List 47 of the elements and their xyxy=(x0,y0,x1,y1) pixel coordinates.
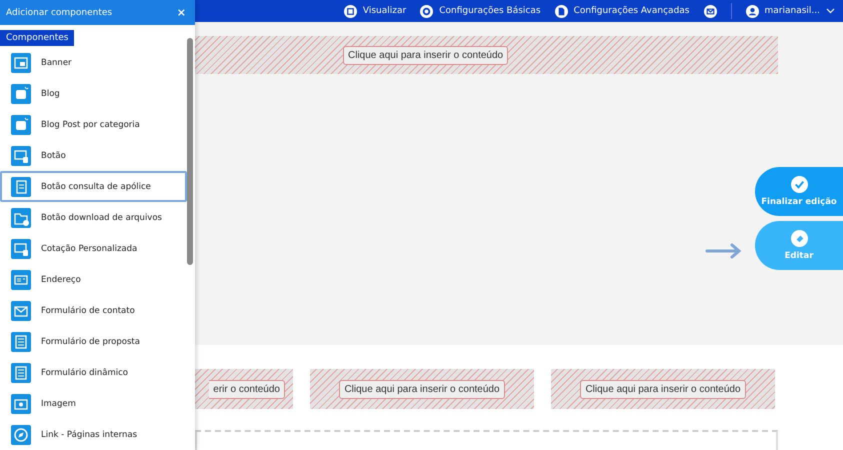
component-icon xyxy=(11,270,31,290)
component-item[interactable]: Botão xyxy=(0,140,187,171)
component-icon xyxy=(11,238,31,258)
component-item[interactable]: Link - Páginas internas xyxy=(0,419,187,450)
component-item[interactable]: Blog xyxy=(0,78,187,109)
user-icon xyxy=(746,4,758,18)
chevron-icon xyxy=(826,8,835,14)
insert-content-button[interactable]: Clique aqui para inserir o conteúdo xyxy=(339,380,505,398)
image-icon xyxy=(11,394,31,414)
component-item[interactable]: Cotação Personalizada xyxy=(0,233,187,264)
component-icon xyxy=(11,114,31,134)
component-icon xyxy=(11,362,31,382)
toolbar-link[interactable]: Configurações Básicas xyxy=(420,4,541,18)
envelope-icon xyxy=(11,300,31,320)
panel-title: Adicionar componentes xyxy=(6,8,112,18)
eraser-icon xyxy=(790,230,808,247)
compass-icon xyxy=(11,424,31,444)
component-icon xyxy=(11,84,31,104)
check-icon xyxy=(790,176,808,193)
component-item[interactable]: Banner xyxy=(0,47,187,78)
component-item[interactable]: Formulário dinâmico xyxy=(0,357,187,388)
component-icon xyxy=(11,332,31,352)
insert-content-button[interactable]: erir o conteúdo xyxy=(209,380,285,398)
panel-tab[interactable]: Componentes xyxy=(0,30,74,46)
component-item[interactable]: Formulário de proposta xyxy=(0,326,187,357)
component-item[interactable]: Endereço xyxy=(0,264,187,295)
component-item[interactable]: Imagem xyxy=(0,388,187,419)
insert-content-button[interactable]: Clique aqui para inserir o conteúdo xyxy=(343,46,508,64)
component-item[interactable]: Botão consulta de apólice xyxy=(0,171,187,202)
toolbar-link[interactable]: Configurações Avançadas xyxy=(554,4,690,18)
insert-content-button[interactable]: Clique aqui para inserir o conteúdo xyxy=(580,380,746,398)
folder-icon xyxy=(11,208,31,228)
component-item[interactable]: Blog Post por categoria xyxy=(0,109,187,140)
settings-icon xyxy=(420,4,434,18)
component-item[interactable]: Botão download de arquivos xyxy=(0,202,187,233)
user-menu[interactable]: marianasil... xyxy=(746,4,835,18)
scrollbar-thumb[interactable] xyxy=(187,38,193,265)
preview-icon xyxy=(344,4,357,18)
arrow-icon xyxy=(705,243,743,259)
component-icon xyxy=(11,176,31,196)
toolbar-link[interactable]: Visualizar xyxy=(344,4,406,18)
component-icon xyxy=(11,52,31,72)
close-button[interactable]: × xyxy=(176,6,186,19)
component-item[interactable]: Formulário de contato xyxy=(0,295,187,326)
component-icon xyxy=(11,146,31,166)
document-icon xyxy=(554,4,568,18)
mail-icon[interactable] xyxy=(704,4,716,18)
